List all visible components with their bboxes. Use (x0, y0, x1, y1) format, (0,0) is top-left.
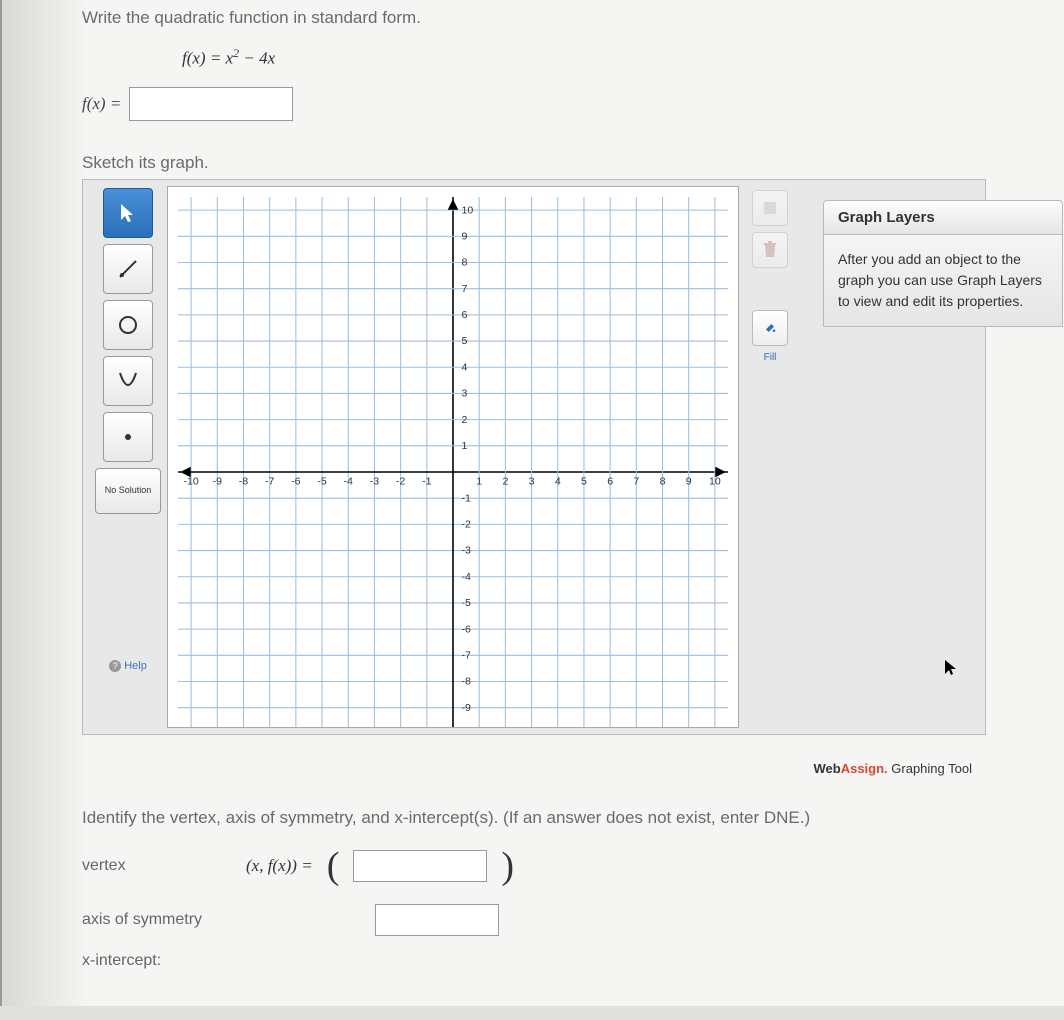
instruction-identify: Identify the vertex, axis of symmetry, a… (82, 800, 1064, 828)
parabola-tool-button[interactable] (103, 356, 153, 406)
undo-icon (758, 196, 782, 220)
svg-text:-2: -2 (461, 518, 471, 530)
svg-text:5: 5 (581, 475, 587, 487)
graph-canvas[interactable]: -10-9-8-7-6-5-4-3-2-112345678910-10-9-8-… (167, 186, 739, 728)
fx-suffix: − 4x (239, 49, 275, 68)
point-tool-button[interactable] (103, 412, 153, 462)
svg-text:6: 6 (607, 475, 613, 487)
paren-open: ( (327, 844, 340, 888)
xintercept-label: x-intercept: (82, 952, 232, 970)
tool-toolbar: No Solution ?Help (89, 186, 167, 728)
svg-text:-9: -9 (461, 702, 471, 714)
point-icon (116, 425, 140, 449)
svg-text:3: 3 (461, 387, 467, 399)
vertex-label: vertex (82, 857, 232, 875)
graphing-tool: No Solution ?Help -10 -9 -8 -7 -6 -5 -4 -3 -2 -1 1… (82, 179, 986, 735)
svg-text:1: 1 (461, 440, 467, 452)
grid-svg: -10-9-8-7-6-5-4-3-2-112345678910-10-9-8-… (178, 197, 728, 728)
svg-text:8: 8 (461, 256, 467, 268)
axis-input[interactable] (375, 904, 499, 936)
cursor-icon (943, 658, 961, 676)
pointer-tool-button[interactable] (103, 188, 153, 238)
undo-button[interactable] (752, 190, 788, 226)
credit-web: Web (813, 761, 840, 776)
svg-text:5: 5 (461, 335, 467, 347)
svg-text:-4: -4 (344, 475, 354, 487)
axis-label: axis of symmetry (82, 911, 232, 929)
circle-tool-button[interactable] (103, 300, 153, 350)
svg-text:-6: -6 (291, 475, 301, 487)
svg-text:-6: -6 (461, 623, 471, 635)
svg-text:8: 8 (660, 475, 666, 487)
svg-text:-10: -10 (183, 475, 198, 487)
svg-text:4: 4 (461, 361, 467, 373)
fill-label: Fill (764, 352, 777, 363)
fx-label: f(x) = (82, 94, 121, 114)
paren-close: ) (501, 844, 514, 888)
vertex-eq-label: (x, f(x)) = (246, 856, 313, 876)
help-icon: ? (109, 660, 121, 672)
svg-text:-7: -7 (265, 475, 275, 487)
help-label: Help (124, 660, 147, 672)
instruction-sketch: Sketch its graph. (82, 145, 1064, 173)
help-link[interactable]: ?Help (109, 660, 147, 672)
svg-text:7: 7 (633, 475, 639, 487)
fill-icon (762, 320, 778, 336)
credit-line: WebAssign. Graphing Tool (82, 753, 1002, 780)
svg-text:-5: -5 (317, 475, 327, 487)
svg-text:-8: -8 (239, 475, 249, 487)
credit-tool: Graphing Tool (888, 761, 972, 776)
no-solution-button[interactable]: No Solution (95, 468, 161, 514)
svg-text:6: 6 (461, 309, 467, 321)
svg-text:10: 10 (709, 475, 721, 487)
side-toolbar: Fill (739, 186, 795, 728)
svg-text:-3: -3 (370, 475, 380, 487)
credit-assign: Assign. (841, 761, 888, 776)
svg-text:-9: -9 (213, 475, 223, 487)
pointer-icon (116, 201, 140, 225)
graph-layers-panel: Graph Layers After you add an object to … (823, 200, 1063, 327)
fx-answer-input[interactable] (129, 87, 293, 121)
svg-text:-2: -2 (396, 475, 406, 487)
svg-text:-5: -5 (461, 597, 471, 609)
svg-text:1: 1 (476, 475, 482, 487)
svg-text:7: 7 (461, 282, 467, 294)
svg-text:-8: -8 (461, 675, 471, 687)
line-tool-button[interactable] (103, 244, 153, 294)
circle-icon (116, 313, 140, 337)
fill-button[interactable] (752, 310, 788, 346)
svg-text:3: 3 (529, 475, 535, 487)
svg-text:4: 4 (555, 475, 561, 487)
svg-text:-7: -7 (461, 649, 471, 661)
instruction-standard-form: Write the quadratic function in standard… (82, 0, 1064, 28)
svg-text:9: 9 (686, 475, 692, 487)
vertex-input[interactable] (353, 850, 487, 882)
svg-text:-1: -1 (422, 475, 432, 487)
given-function: f(x) = x2 − 4x (182, 46, 1064, 69)
svg-text:10: 10 (461, 204, 473, 216)
svg-text:9: 9 (461, 230, 467, 242)
parabola-icon (116, 369, 140, 393)
svg-text:2: 2 (502, 475, 508, 487)
svg-text:-1: -1 (461, 492, 471, 504)
delete-button[interactable] (752, 232, 788, 268)
graph-layers-body: After you add an object to the graph you… (823, 235, 1063, 327)
svg-text:-3: -3 (461, 544, 471, 556)
fx-prefix: f(x) = x (182, 49, 233, 68)
svg-text:-4: -4 (461, 571, 471, 583)
line-icon (116, 257, 140, 281)
trash-icon (758, 238, 782, 262)
svg-text:2: 2 (461, 413, 467, 425)
graph-layers-title: Graph Layers (823, 200, 1063, 235)
